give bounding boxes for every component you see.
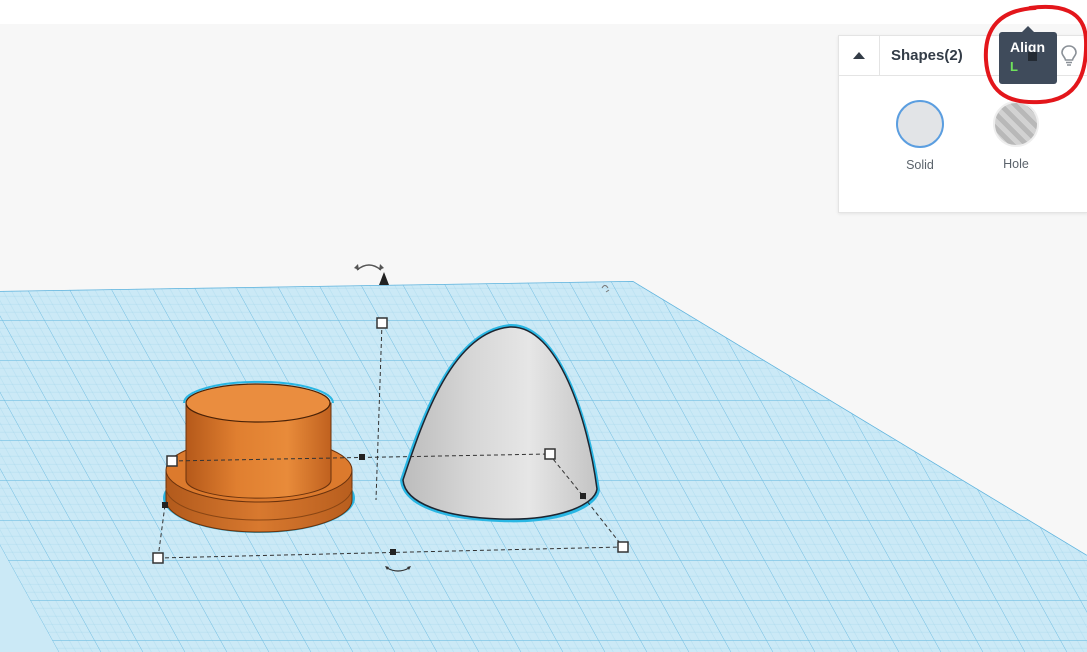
lightbulb-icon[interactable]	[1059, 43, 1079, 67]
solid-option[interactable]: Solid	[885, 100, 955, 172]
rotate-arrow-icon[interactable]	[354, 264, 389, 285]
corner-handle	[617, 541, 629, 553]
panel-title: Shapes(2)	[891, 47, 963, 64]
align-tooltip: Align L	[999, 26, 1057, 84]
orange-cylinder-shape[interactable]	[163, 380, 355, 533]
corner-handle	[544, 448, 556, 460]
edge-handle	[580, 493, 586, 499]
corner-handle	[152, 552, 164, 564]
edge-handle	[390, 549, 396, 555]
collapse-arrow-icon	[853, 52, 865, 59]
height-handle	[376, 317, 388, 329]
collapse-button[interactable]	[839, 36, 880, 75]
hole-option[interactable]: Hole	[981, 100, 1051, 171]
corner-handle	[166, 455, 178, 467]
hole-swatch[interactable]	[993, 101, 1039, 147]
solid-swatch[interactable]	[896, 100, 944, 148]
edge-handle	[359, 454, 365, 460]
align-icon[interactable]	[1028, 52, 1037, 61]
hole-label: Hole	[1003, 157, 1029, 171]
edge-handle	[162, 502, 168, 508]
tooltip-shortcut: L	[1010, 59, 1018, 74]
solid-label: Solid	[906, 158, 934, 172]
